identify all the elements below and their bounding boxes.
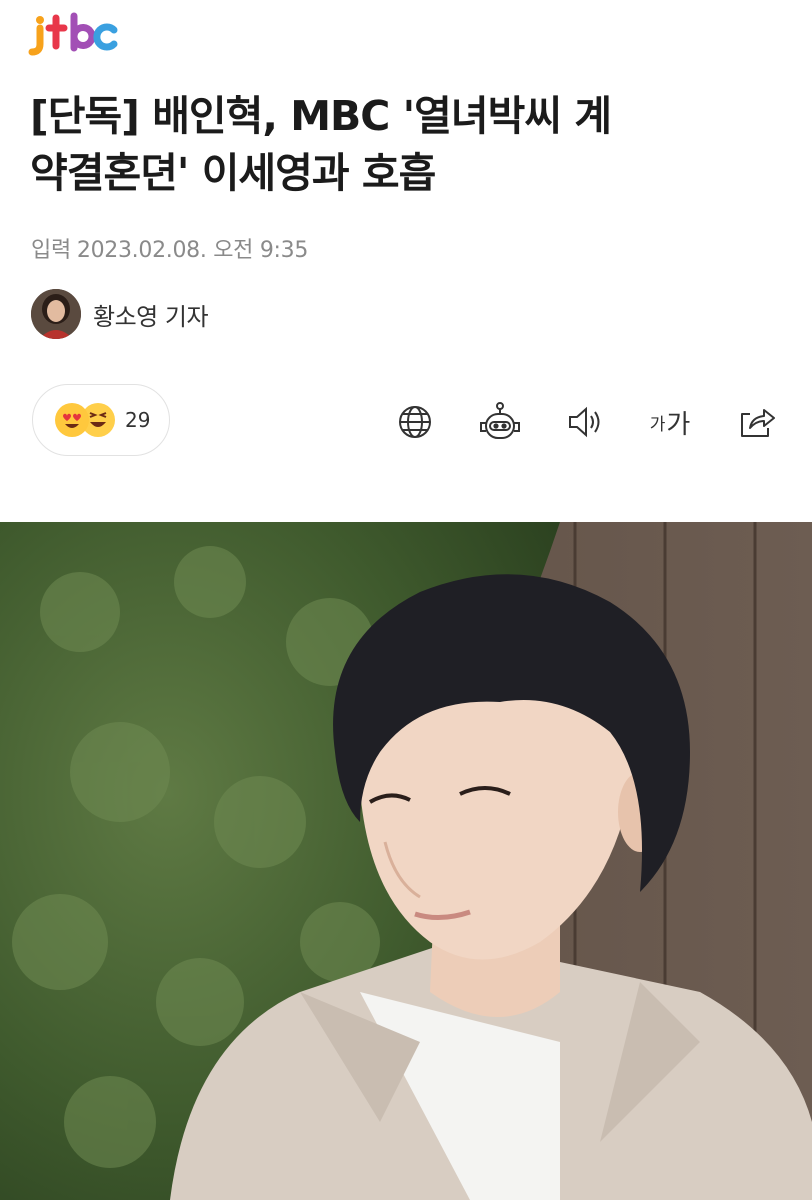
font-size-small-label: 가 <box>649 414 666 435</box>
headline-line-2: 약결혼뎐' 이세영과 호흡 <box>30 149 436 197</box>
reporter-avatar[interactable] <box>31 289 81 339</box>
published-datetime: 2023.02.08. 오전 9:35 <box>76 238 309 263</box>
reporter-name[interactable]: 황소영 기자 <box>93 297 209 332</box>
article-toolbar: 가가 <box>0 398 812 446</box>
byline[interactable]: 황소영 기자 <box>31 288 209 340</box>
globe-icon[interactable] <box>391 398 439 446</box>
font-size-icon[interactable]: 가가 <box>646 398 694 446</box>
article-photo[interactable] <box>0 522 812 1200</box>
speaker-icon[interactable] <box>561 398 609 446</box>
article-headline: [단독] 배인혁, MBC '열녀박씨 계 약결혼뎐' 이세영과 호흡 <box>30 88 780 202</box>
jtbc-logo[interactable] <box>28 10 120 58</box>
robot-summary-icon[interactable] <box>476 398 524 446</box>
share-icon[interactable] <box>732 398 780 446</box>
headline-line-1: [단독] 배인혁, MBC '열녀박씨 계 <box>30 92 612 140</box>
publish-info: 입력 2023.02.08. 오전 9:35 <box>31 232 314 264</box>
heart-eyes-emoji-icon <box>55 403 89 437</box>
font-size-large-label: 가 <box>666 409 691 440</box>
published-label: 입력 <box>31 238 71 263</box>
